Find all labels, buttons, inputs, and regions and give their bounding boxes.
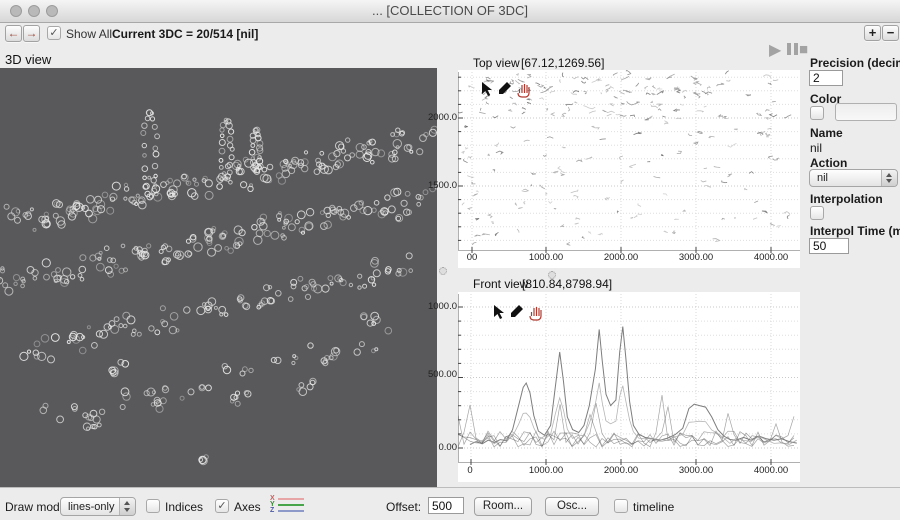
top-view-coordinates: [67.12,1269.56] — [521, 56, 604, 70]
top-view-chart — [458, 70, 800, 268]
color-checkbox[interactable] — [810, 106, 824, 120]
bottom-toolbar: Draw mode: lines-only Indices Axes X Y Z… — [0, 487, 900, 520]
draw-mode-dropdown[interactable]: lines-only — [68, 501, 114, 513]
osc-button[interactable]: Osc... — [545, 497, 599, 516]
front-view-coordinates: [810.84,8798.94] — [522, 277, 612, 291]
current-3dc-status: Current 3DC = 20/514 [nil] — [112, 27, 258, 41]
front-view-y-tick-label: 500.00 — [413, 369, 457, 380]
top-view-tools — [480, 81, 531, 98]
hand-pan-icon[interactable] — [515, 81, 531, 98]
name-value: nil — [810, 141, 822, 155]
dropdown-stepper-icon[interactable] — [119, 498, 135, 515]
interpol-time-input[interactable] — [809, 238, 849, 254]
show-all-checkbox[interactable] — [47, 26, 61, 40]
remove-button[interactable]: − — [882, 25, 899, 41]
top-view-x-tick-label: 1000.00 — [516, 252, 576, 263]
front-view-title: Front view — [473, 277, 528, 291]
nav-back-button[interactable]: ← — [5, 25, 22, 42]
window-title: ... [COLLECTION OF 3DC] — [0, 3, 900, 18]
top-view-title: Top view — [473, 56, 520, 70]
precision-input[interactable] — [809, 70, 843, 86]
front-view-y-tick-label: 0.00 — [413, 442, 457, 453]
action-label: Action — [810, 156, 847, 170]
title-bar[interactable]: ... [COLLECTION OF 3DC] — [0, 0, 900, 23]
show-all-label: Show All — [66, 27, 112, 41]
front-view-tools — [492, 304, 543, 321]
axes-checkbox[interactable] — [215, 499, 229, 513]
stop-icon[interactable]: ■ — [799, 41, 808, 58]
offset-input[interactable] — [428, 497, 464, 514]
name-label: Name — [810, 126, 843, 140]
axes-label: Axes — [234, 500, 261, 514]
top-view-x-tick-label: 4000.00 — [741, 252, 801, 263]
indices-checkbox[interactable] — [146, 499, 160, 513]
color-swatch-well[interactable] — [835, 103, 897, 121]
play-icon[interactable]: ▶ — [769, 40, 781, 60]
front-view-x-tick-label: 1000.00 — [516, 465, 576, 476]
interpol-time-label: Interpol Time (ms) — [810, 224, 900, 238]
pen-icon[interactable] — [497, 81, 512, 96]
top-view-y-tick-label: 1500.0 — [413, 180, 457, 191]
front-view-y-tick-label: 1000.0 — [413, 301, 457, 312]
top-view-x-tick-label: 00 — [442, 252, 502, 263]
3d-pointcloud — [0, 68, 437, 487]
front-view-x-tick-label: 2000.00 — [591, 465, 651, 476]
timeline-checkbox[interactable] — [614, 499, 628, 513]
pause-icon[interactable] — [787, 43, 798, 55]
dropdown-stepper-icon[interactable] — [881, 170, 897, 186]
top-view-plot[interactable] — [458, 70, 800, 268]
cursor-icon[interactable] — [480, 81, 494, 97]
interpolation-label: Interpolation — [810, 192, 883, 206]
top-view-x-tick-label: 3000.00 — [666, 252, 726, 263]
hand-pan-icon[interactable] — [527, 304, 543, 321]
front-view-x-tick-label: 0 — [440, 465, 500, 476]
top-view-x-tick-label: 2000.00 — [591, 252, 651, 263]
interpolation-checkbox[interactable] — [810, 206, 824, 220]
cursor-icon[interactable] — [492, 304, 506, 320]
timeline-label: timeline — [633, 500, 674, 514]
3d-viewport[interactable] — [0, 68, 437, 487]
splitter-grip[interactable] — [439, 267, 447, 275]
add-button[interactable]: + — [864, 25, 881, 41]
precision-label: Precision (decimals) — [810, 56, 900, 70]
axes-xyz-icon: X Y Z — [270, 496, 310, 516]
action-dropdown[interactable]: nil — [817, 172, 828, 184]
application-window: ... [COLLECTION OF 3DC] ← → Show All Cur… — [0, 0, 900, 520]
front-view-x-tick-label: 4000.00 — [741, 465, 801, 476]
nav-forward-button[interactable]: → — [23, 25, 40, 42]
pen-icon[interactable] — [509, 304, 524, 319]
indices-label: Indices — [165, 500, 203, 514]
room-button[interactable]: Room... — [474, 497, 532, 516]
top-view-y-tick-label: 2000.0 — [413, 112, 457, 123]
3d-view-label: 3D view — [5, 52, 51, 67]
front-view-x-tick-label: 3000.00 — [666, 465, 726, 476]
offset-label: Offset: — [386, 500, 421, 514]
